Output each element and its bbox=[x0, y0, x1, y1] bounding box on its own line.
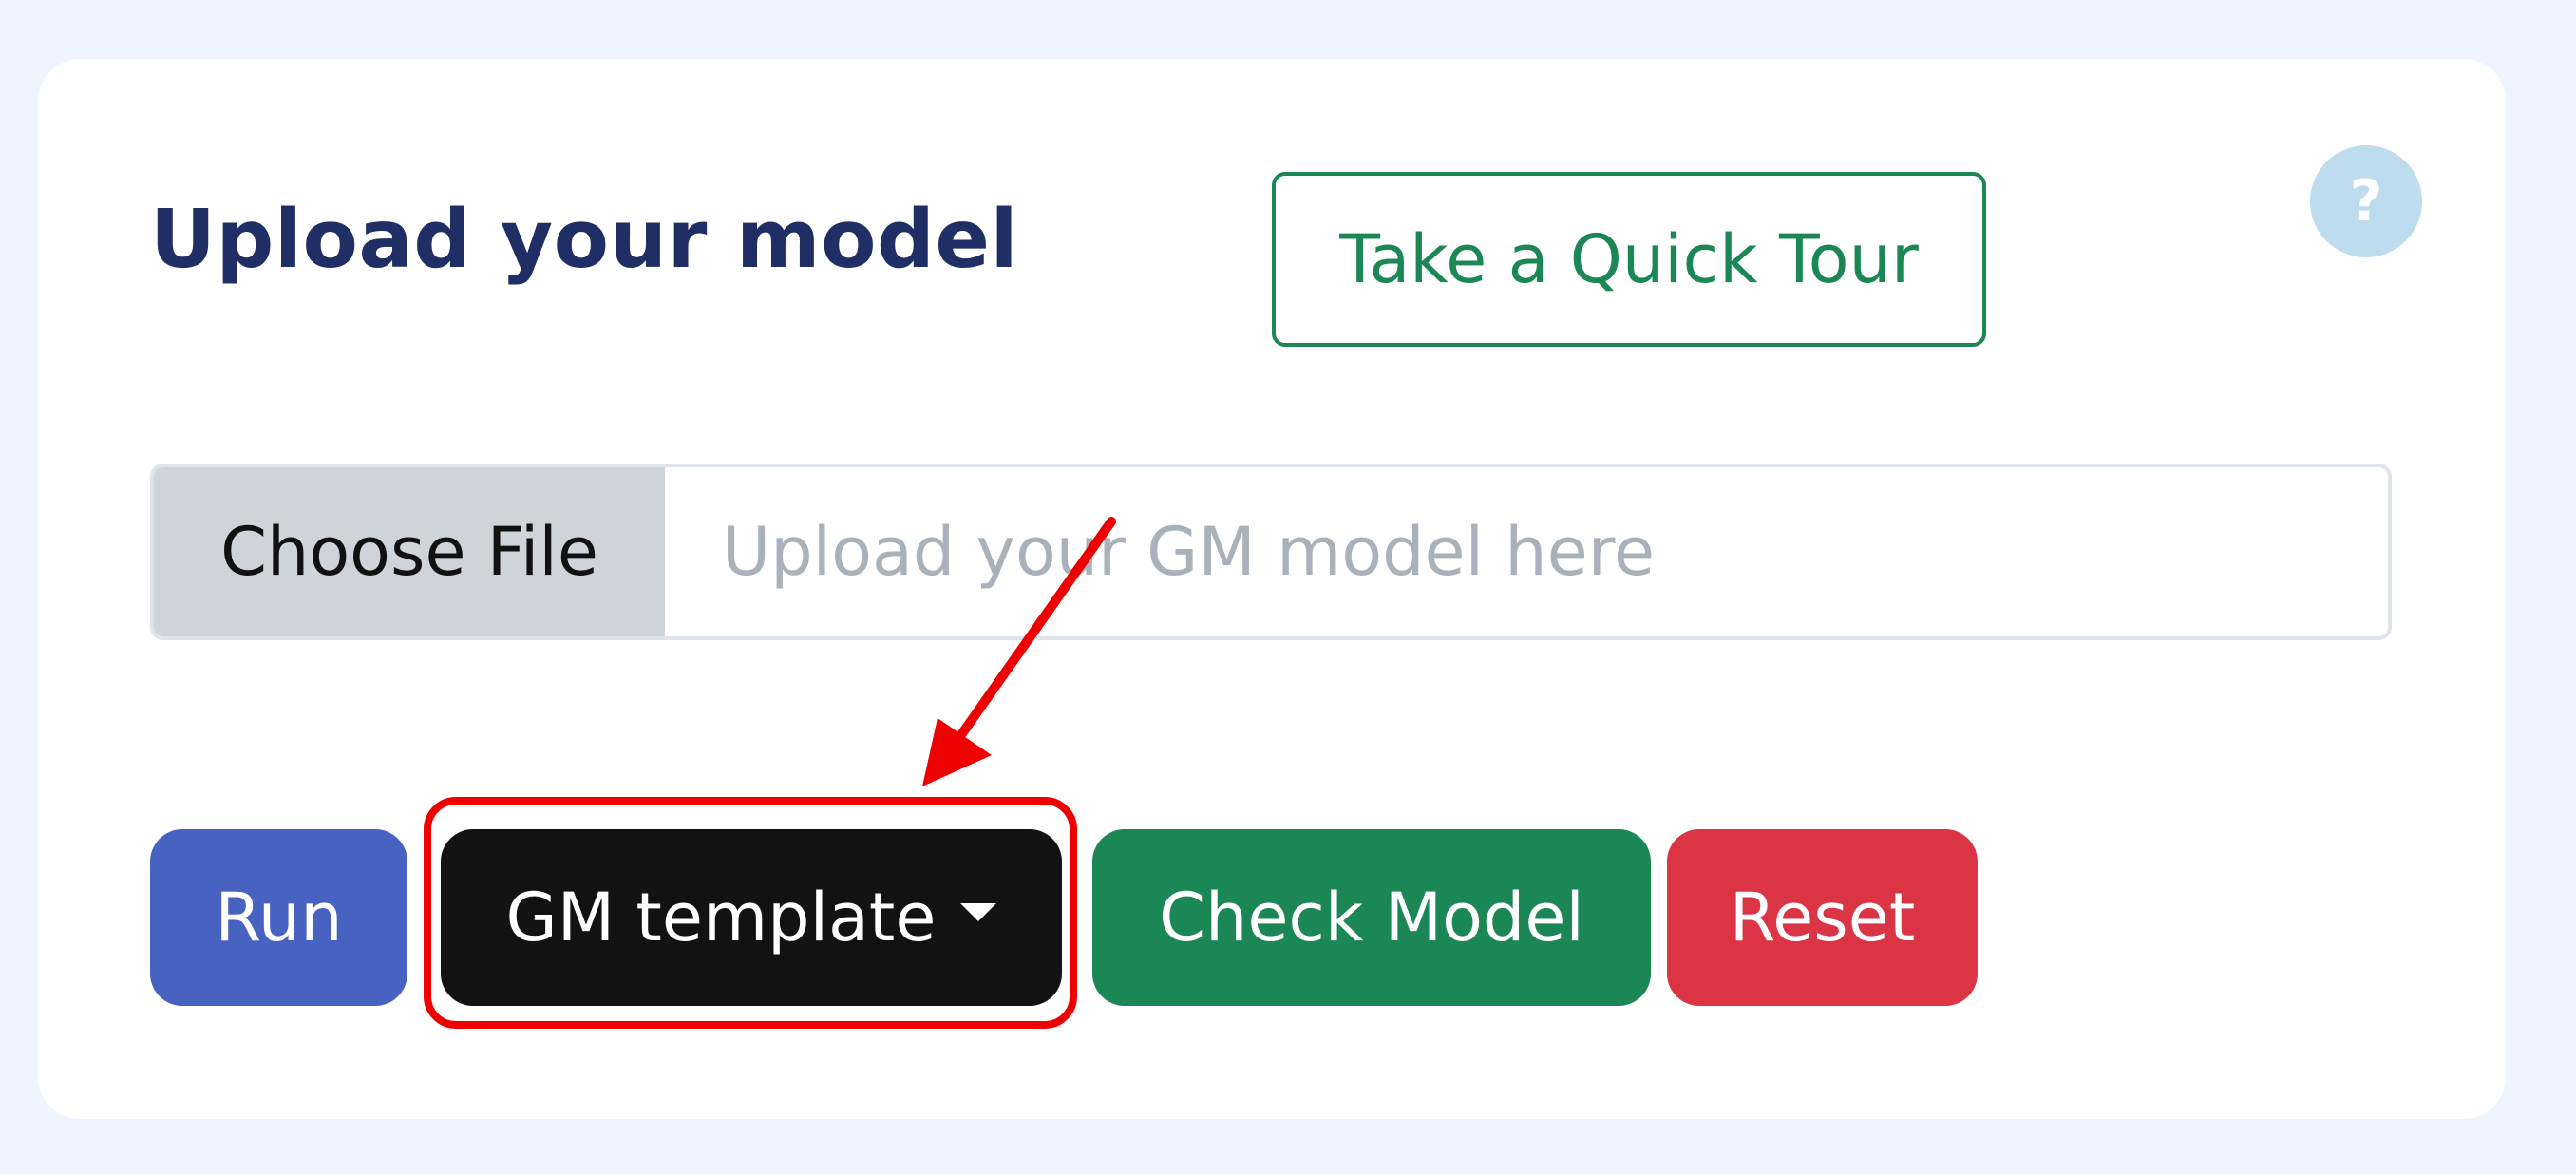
choose-file-button[interactable]: Choose File bbox=[154, 467, 665, 636]
check-model-button[interactable]: Check Model bbox=[1092, 829, 1651, 1006]
file-name-field[interactable]: Upload your GM model here bbox=[665, 467, 2388, 636]
check-model-label: Check Model bbox=[1159, 879, 1584, 956]
reset-label: Reset bbox=[1729, 879, 1916, 956]
page-title: Upload your model bbox=[150, 193, 1019, 287]
gm-template-dropdown-button[interactable]: GM template bbox=[441, 829, 1062, 1006]
gm-template-label: GM template bbox=[505, 879, 937, 956]
quick-tour-button[interactable]: Take a Quick Tour bbox=[1272, 172, 1986, 347]
run-button-label: Run bbox=[215, 879, 343, 956]
file-upload-input[interactable]: Choose File Upload your GM model here bbox=[150, 464, 2392, 640]
run-button[interactable]: Run bbox=[150, 829, 407, 1006]
reset-button[interactable]: Reset bbox=[1667, 829, 1978, 1006]
question-circle-icon[interactable]: ? bbox=[2310, 145, 2422, 257]
caret-down-icon bbox=[960, 902, 997, 921]
